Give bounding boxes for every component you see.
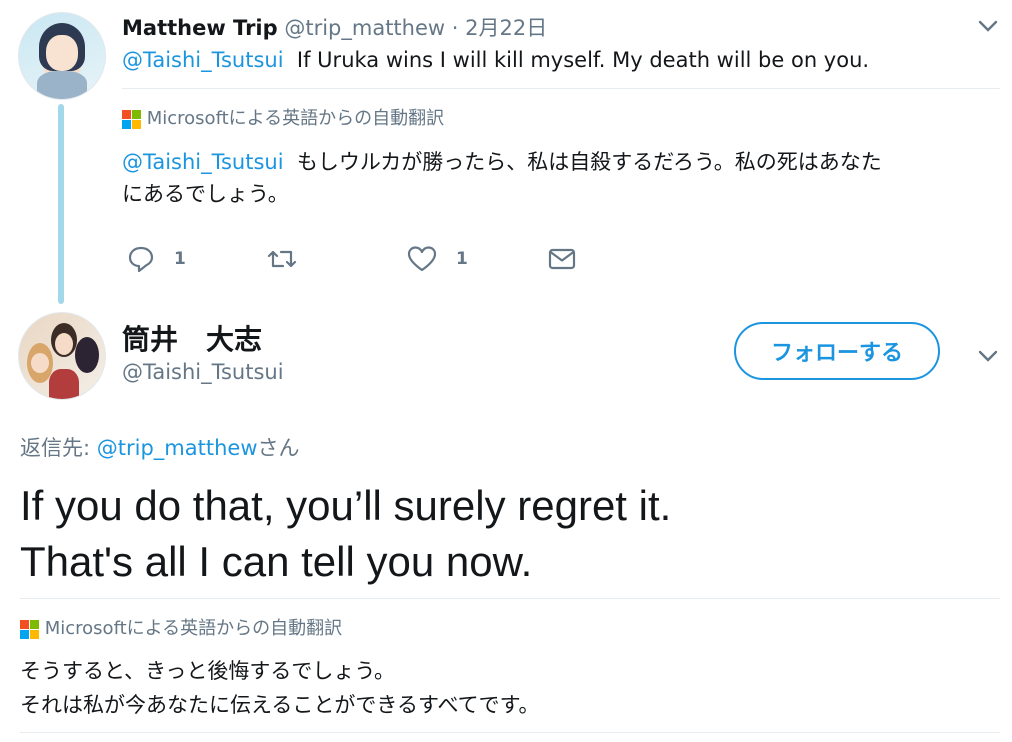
tweet1-handle[interactable]: @trip_matthew [284, 16, 445, 40]
dm-button[interactable] [546, 244, 578, 274]
tweet2-text-line1: If you do that, you’ll surely regret it. [20, 482, 672, 529]
tweet1-translation-line1: もしウルカが勝ったら、私は自殺するだろう。私の死はあなた [296, 150, 882, 174]
tweet2-handle[interactable]: @Taishi_Tsutsui [122, 360, 284, 384]
avatar-taishi-tsutsui[interactable] [18, 312, 106, 400]
tweet2-translation-line2: それは私が今あなたに伝えることができるすべてです。 [20, 693, 540, 717]
retweet-icon [266, 244, 298, 274]
microsoft-logo-icon [122, 109, 141, 129]
tweet1-header: Matthew Trip @trip_matthew · 2月22日 [122, 12, 547, 42]
tweet1-mention[interactable]: @Taishi_Tsutsui [122, 48, 284, 72]
thread-line [58, 104, 64, 304]
tweet1-translation-label[interactable]: Microsoftによる英語からの自動翻訳 [122, 104, 444, 130]
follow-button[interactable]: フォローする [734, 322, 940, 380]
tweet2-text-line2: That's all I can tell you now. [20, 538, 533, 585]
reply-count: 1 [174, 249, 186, 269]
tweet1-display-name[interactable]: Matthew Trip [122, 16, 278, 40]
reply-to-link[interactable]: @trip_matthew [97, 436, 258, 460]
like-icon [406, 244, 438, 274]
tweet2-translation-label[interactable]: Microsoftによる英語からの自動翻訳 [20, 614, 342, 640]
reply-context: 返信先: @trip_matthewさん [20, 432, 300, 462]
tweet1-translation-line2: にあるでしょう。 [122, 182, 289, 206]
divider [122, 88, 1000, 89]
tweet2-text: If you do that, you’ll surely regret it.… [20, 478, 671, 590]
chevron-down-icon[interactable] [976, 14, 1000, 44]
reply-button[interactable]: 1 [126, 244, 186, 274]
tweet1-body: If Uruka wins I will kill myself. My dea… [296, 48, 870, 72]
avatar-matthew-trip[interactable] [18, 12, 106, 100]
like-count: 1 [456, 249, 468, 269]
divider [20, 598, 1000, 599]
translation-label-text: Microsoftによる英語からの自動翻訳 [146, 108, 445, 129]
tweet1-text: @Taishi_Tsutsui If Uruka wins I will kil… [122, 48, 869, 72]
tweet1-date[interactable]: · 2月22日 [452, 16, 547, 40]
reply-prefix: 返信先: [20, 436, 97, 460]
divider [20, 732, 1000, 733]
chevron-down-icon[interactable] [976, 344, 1000, 374]
reply-icon [126, 244, 156, 274]
tweet2-translation: そうすると、きっと後悔するでしょう。 それは私が今あなたに伝えることができるすべ… [20, 654, 540, 722]
microsoft-logo-icon [20, 619, 39, 639]
translation-label-text: Microsoftによる英語からの自動翻訳 [44, 618, 343, 639]
retweet-button[interactable] [266, 244, 298, 274]
tweet1-translation: @Taishi_Tsutsui もしウルカが勝ったら、私は自殺するだろう。私の死… [122, 146, 1002, 210]
tweet2-display-name[interactable]: 筒井 大志 [122, 318, 262, 358]
tweet2-translation-line1: そうすると、きっと後悔するでしょう。 [20, 659, 396, 683]
tweet1-translation-mention[interactable]: @Taishi_Tsutsui [122, 150, 284, 174]
like-button[interactable]: 1 [406, 244, 468, 274]
reply-suffix: さん [257, 436, 300, 460]
dm-icon [546, 244, 578, 274]
